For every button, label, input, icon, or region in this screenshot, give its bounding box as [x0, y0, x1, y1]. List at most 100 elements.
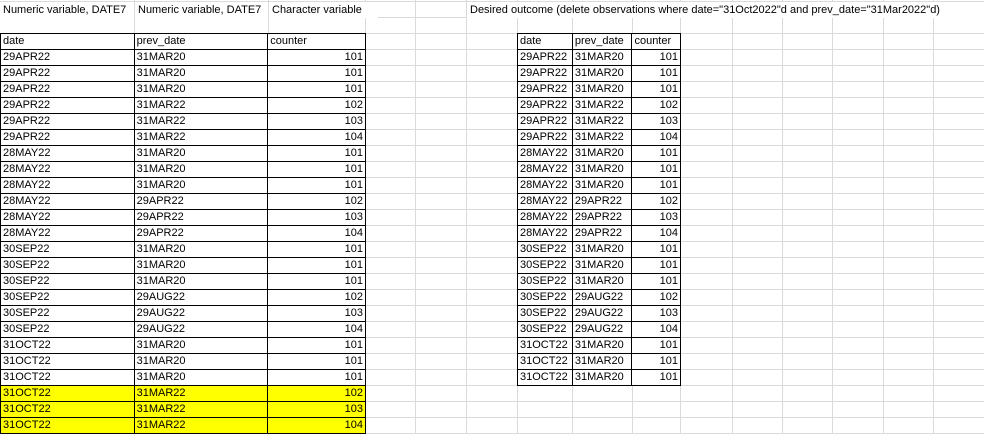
prev-date-cell[interactable]: 31MAR22 — [133, 97, 269, 114]
counter-cell[interactable]: 103 — [267, 209, 366, 226]
counter-cell[interactable]: 102 — [267, 193, 366, 210]
prev-date-cell[interactable]: 29AUG22 — [133, 321, 269, 338]
prev-date-cell[interactable]: 31MAR20 — [133, 369, 269, 386]
counter-cell[interactable]: 101 — [631, 353, 681, 370]
counter-cell[interactable]: 101 — [267, 81, 366, 98]
counter-cell[interactable]: 101 — [631, 161, 681, 178]
date-cell[interactable]: 29APR22 — [517, 49, 573, 66]
header-cell-prev_date[interactable]: prev_date — [571, 33, 633, 50]
date-cell[interactable]: 29APR22 — [517, 113, 573, 130]
counter-cell[interactable]: 101 — [267, 257, 366, 274]
prev-date-cell[interactable]: 31MAR20 — [571, 161, 633, 178]
date-cell[interactable]: 31OCT22 — [0, 385, 135, 402]
counter-cell[interactable]: 101 — [631, 145, 681, 162]
date-cell[interactable]: 29APR22 — [0, 113, 135, 130]
counter-cell[interactable]: 101 — [631, 49, 681, 66]
date-cell[interactable]: 31OCT22 — [0, 353, 135, 370]
date-cell[interactable]: 29APR22 — [0, 81, 135, 98]
header-cell-date[interactable]: date — [517, 33, 573, 50]
date-cell[interactable]: 29APR22 — [0, 49, 135, 66]
date-cell[interactable]: 30SEP22 — [517, 241, 573, 258]
counter-cell[interactable]: 104 — [631, 225, 681, 242]
date-cell[interactable]: 28MAY22 — [0, 209, 135, 226]
date-cell[interactable]: 30SEP22 — [0, 305, 135, 322]
counter-cell[interactable]: 104 — [631, 321, 681, 338]
counter-cell[interactable]: 102 — [267, 385, 366, 402]
prev-date-cell[interactable]: 29APR22 — [571, 225, 633, 242]
date-cell[interactable]: 28MAY22 — [517, 177, 573, 194]
prev-date-cell[interactable]: 29APR22 — [133, 193, 269, 210]
date-cell[interactable]: 28MAY22 — [0, 161, 135, 178]
counter-cell[interactable]: 102 — [631, 193, 681, 210]
prev-date-cell[interactable]: 31MAR20 — [133, 257, 269, 274]
counter-cell[interactable]: 104 — [267, 225, 366, 242]
counter-cell[interactable]: 101 — [267, 273, 366, 290]
date-cell[interactable]: 29APR22 — [0, 129, 135, 146]
date-cell[interactable]: 31OCT22 — [0, 417, 135, 434]
prev-date-cell[interactable]: 31MAR20 — [133, 273, 269, 290]
cell-c1[interactable]: Character variable — [268, 2, 378, 18]
date-cell[interactable]: 31OCT22 — [517, 337, 573, 354]
counter-cell[interactable]: 101 — [631, 65, 681, 82]
counter-cell[interactable]: 101 — [267, 161, 366, 178]
cell-b1[interactable]: Numeric variable, DATE7 — [134, 2, 268, 18]
prev-date-cell[interactable]: 31MAR20 — [133, 177, 269, 194]
prev-date-cell[interactable]: 31MAR20 — [133, 65, 269, 82]
date-cell[interactable]: 28MAY22 — [517, 145, 573, 162]
header-cell-prev_date[interactable]: prev_date — [133, 33, 269, 50]
date-cell[interactable]: 29APR22 — [517, 65, 573, 82]
prev-date-cell[interactable]: 29APR22 — [133, 225, 269, 242]
date-cell[interactable]: 30SEP22 — [0, 257, 135, 274]
date-cell[interactable]: 31OCT22 — [0, 401, 135, 418]
prev-date-cell[interactable]: 31MAR20 — [571, 257, 633, 274]
counter-cell[interactable]: 101 — [267, 145, 366, 162]
counter-cell[interactable]: 104 — [631, 129, 681, 146]
counter-cell[interactable]: 101 — [267, 337, 366, 354]
date-cell[interactable]: 28MAY22 — [517, 193, 573, 210]
date-cell[interactable]: 30SEP22 — [517, 257, 573, 274]
counter-cell[interactable]: 103 — [267, 113, 366, 130]
header-cell-counter[interactable]: counter — [631, 33, 681, 50]
date-cell[interactable]: 30SEP22 — [0, 289, 135, 306]
prev-date-cell[interactable]: 31MAR22 — [571, 129, 633, 146]
counter-cell[interactable]: 102 — [267, 289, 366, 306]
date-cell[interactable]: 30SEP22 — [0, 273, 135, 290]
date-cell[interactable]: 29APR22 — [0, 97, 135, 114]
prev-date-cell[interactable]: 31MAR20 — [571, 49, 633, 66]
counter-cell[interactable]: 104 — [267, 321, 366, 338]
prev-date-cell[interactable]: 31MAR22 — [133, 385, 269, 402]
counter-cell[interactable]: 103 — [631, 305, 681, 322]
spreadsheet-grid[interactable]: Numeric variable, DATE7 Numeric variable… — [0, 0, 984, 434]
counter-cell[interactable]: 101 — [631, 257, 681, 274]
date-cell[interactable]: 30SEP22 — [0, 321, 135, 338]
prev-date-cell[interactable]: 29APR22 — [133, 209, 269, 226]
prev-date-cell[interactable]: 29AUG22 — [571, 305, 633, 322]
prev-date-cell[interactable]: 31MAR22 — [571, 113, 633, 130]
date-cell[interactable]: 29APR22 — [0, 65, 135, 82]
date-cell[interactable]: 28MAY22 — [0, 193, 135, 210]
prev-date-cell[interactable]: 31MAR22 — [133, 113, 269, 130]
date-cell[interactable]: 30SEP22 — [517, 305, 573, 322]
prev-date-cell[interactable]: 31MAR20 — [571, 145, 633, 162]
prev-date-cell[interactable]: 29AUG22 — [571, 289, 633, 306]
date-cell[interactable]: 30SEP22 — [517, 273, 573, 290]
date-cell[interactable]: 31OCT22 — [0, 369, 135, 386]
date-cell[interactable]: 28MAY22 — [0, 177, 135, 194]
prev-date-cell[interactable]: 31MAR22 — [133, 129, 269, 146]
prev-date-cell[interactable]: 29AUG22 — [133, 305, 269, 322]
prev-date-cell[interactable]: 31MAR20 — [571, 177, 633, 194]
prev-date-cell[interactable]: 31MAR20 — [133, 353, 269, 370]
date-cell[interactable]: 28MAY22 — [517, 225, 573, 242]
prev-date-cell[interactable]: 31MAR22 — [133, 417, 269, 434]
counter-cell[interactable]: 101 — [631, 337, 681, 354]
date-cell[interactable]: 31OCT22 — [517, 369, 573, 386]
counter-cell[interactable]: 102 — [267, 97, 366, 114]
counter-cell[interactable]: 103 — [631, 113, 681, 130]
header-cell-date[interactable]: date — [0, 33, 135, 50]
counter-cell[interactable]: 101 — [631, 81, 681, 98]
date-cell[interactable]: 31OCT22 — [517, 353, 573, 370]
header-cell-counter[interactable]: counter — [267, 33, 366, 50]
date-cell[interactable]: 30SEP22 — [517, 289, 573, 306]
counter-cell[interactable]: 101 — [267, 353, 366, 370]
prev-date-cell[interactable]: 31MAR22 — [133, 401, 269, 418]
